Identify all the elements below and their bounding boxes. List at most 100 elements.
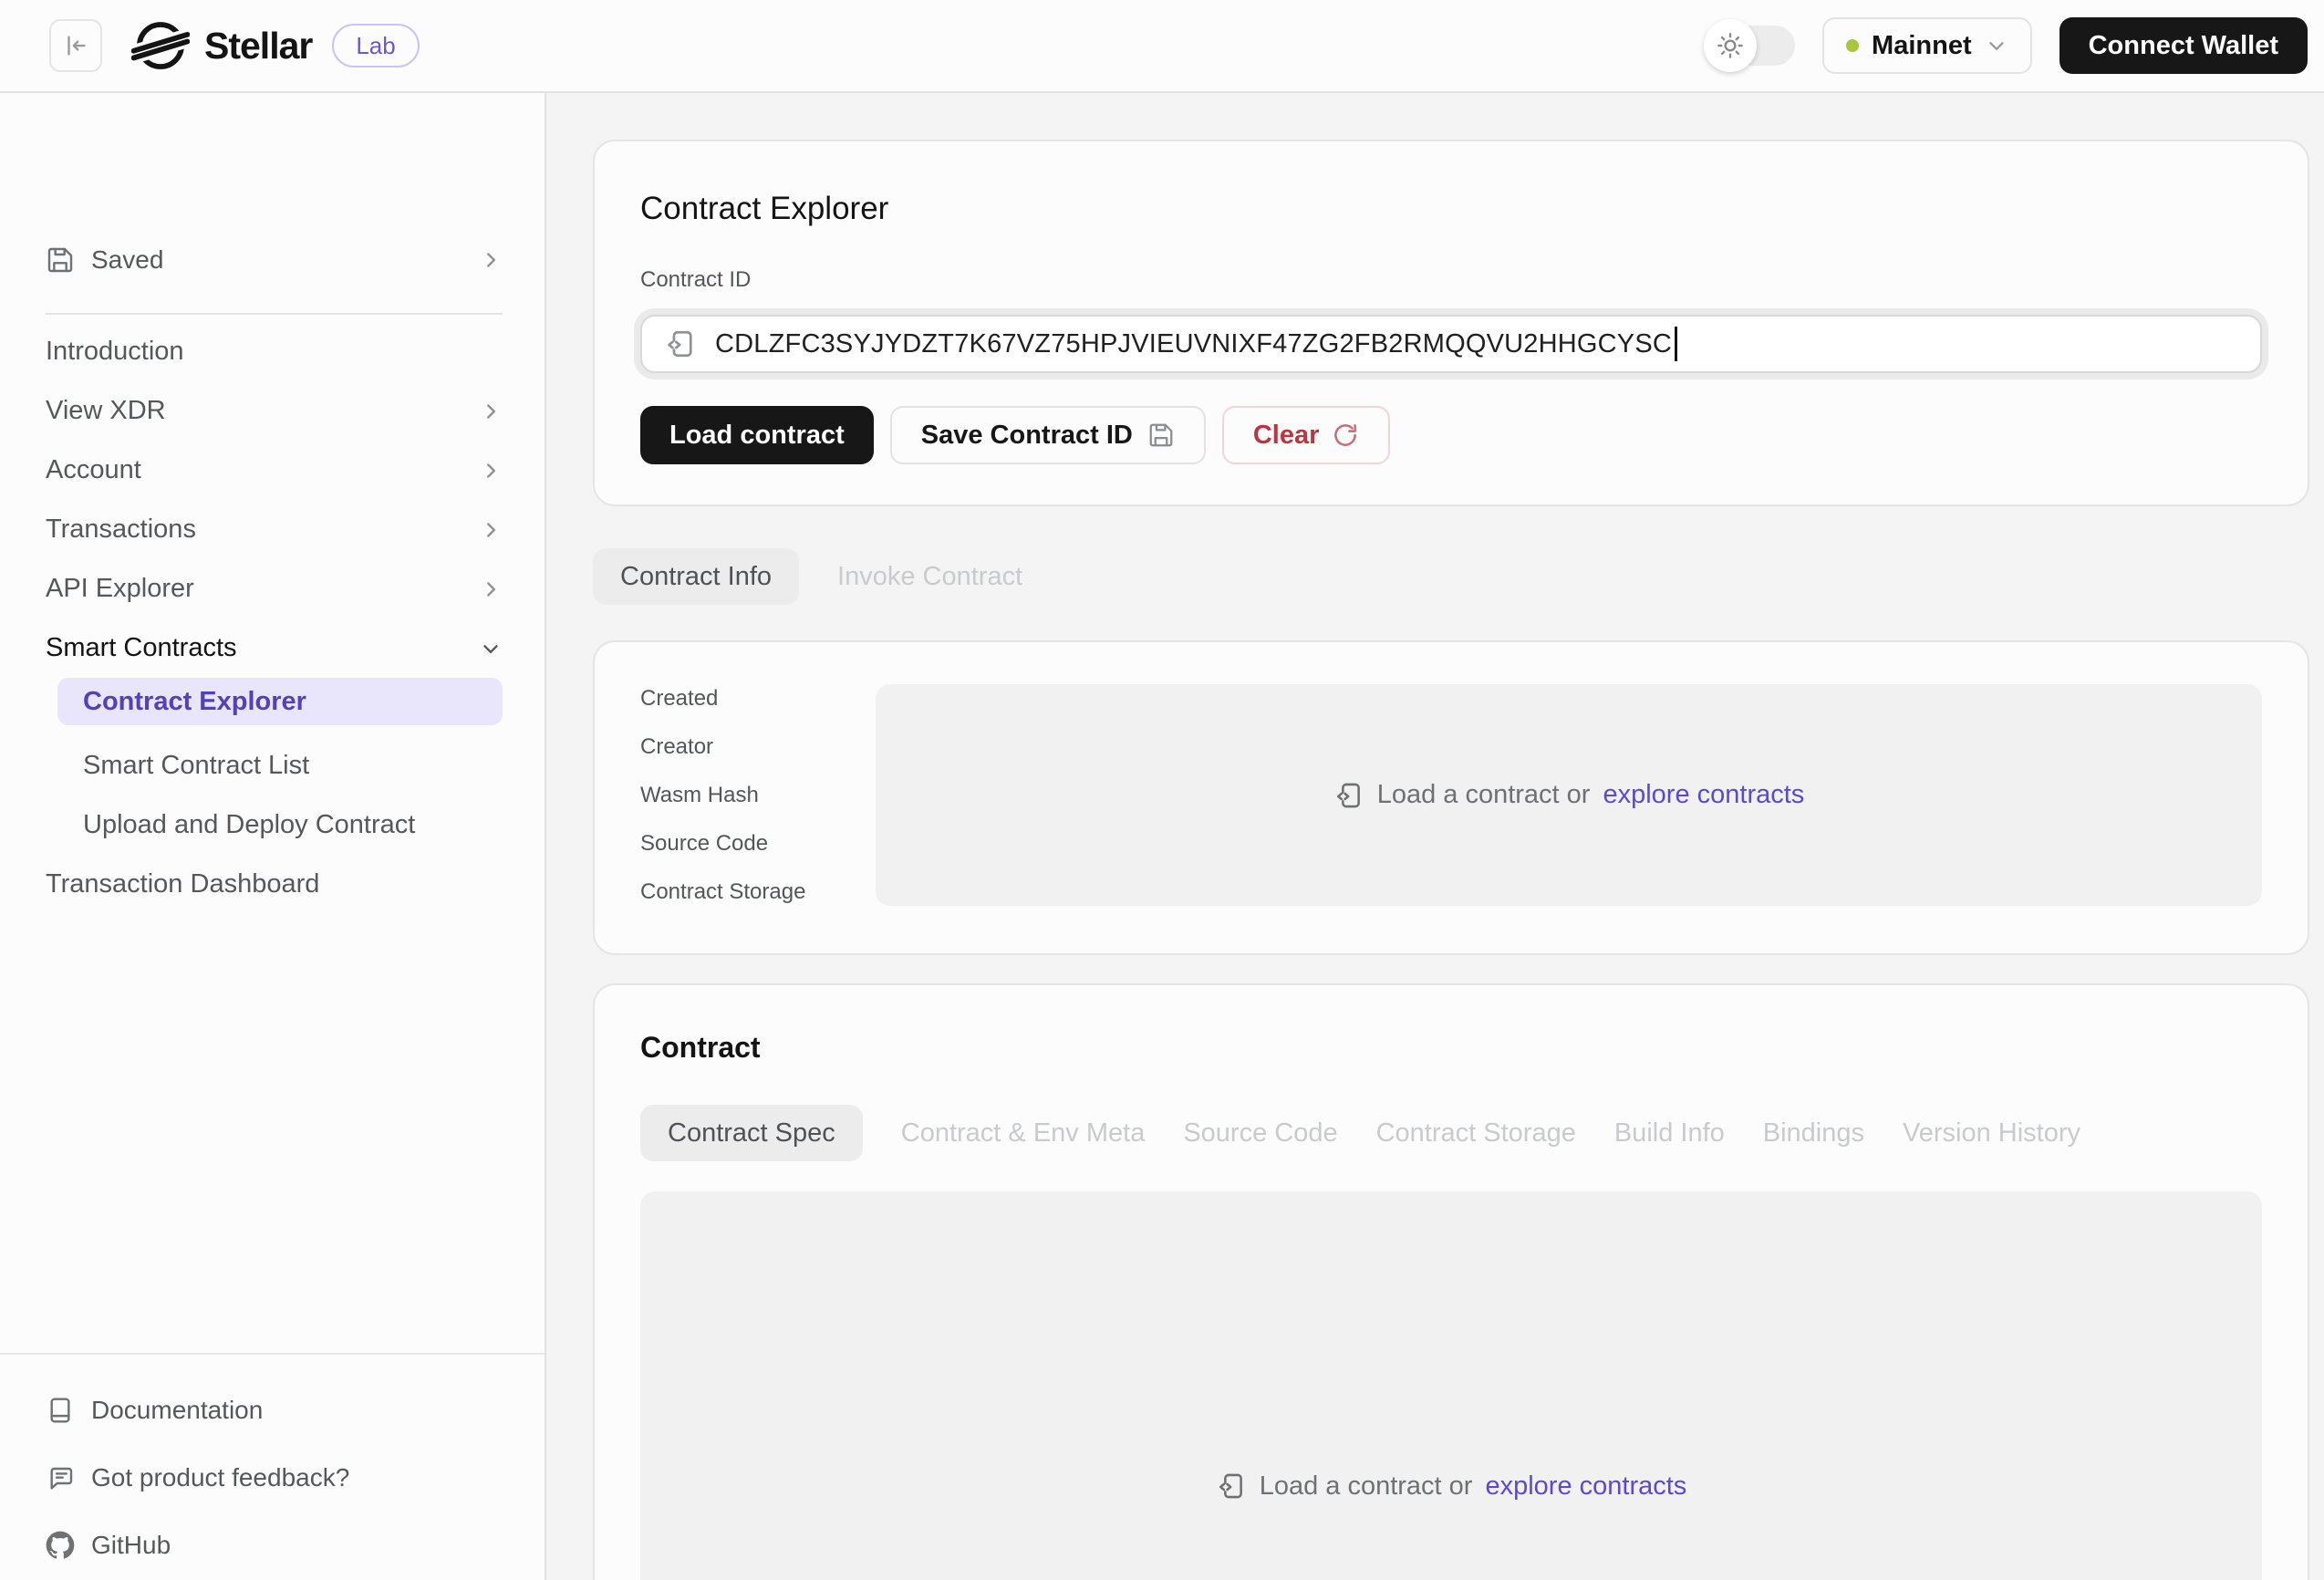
explore-contracts-link[interactable]: explore contracts	[1603, 780, 1804, 810]
save-icon	[46, 245, 75, 275]
sidebar-item-label: Got product feedback?	[91, 1463, 349, 1492]
chevron-right-icon	[479, 248, 503, 272]
clear-label: Clear	[1253, 421, 1320, 451]
contract-spec-placeholder: Load a contract or explore contracts	[640, 1191, 2262, 1580]
sidebar: Saved Introduction View XDR Account Tran…	[0, 93, 546, 1580]
contract-info-fields: Created Creator Wasm Hash Source Code Co…	[640, 686, 876, 910]
tab-contract-info[interactable]: Contract Info	[593, 548, 799, 605]
sidebar-item-label: Contract Explorer	[83, 687, 306, 717]
contract-id-input[interactable]: CDLZFC3SYJYDZT7K67VZ75HPJVIEUVNIXF47ZG2F…	[640, 315, 2262, 373]
field-label-created: Created	[640, 686, 876, 734]
theme-toggle-knob	[1704, 19, 1757, 72]
contract-tabs: Contract Info Invoke Contract	[593, 548, 2313, 605]
sidebar-item-label: Saved	[91, 245, 163, 275]
network-status-dot	[1846, 39, 1859, 52]
refresh-icon	[1332, 421, 1359, 449]
contract-explorer-card: Contract Explorer Contract ID CDLZFC3SYJ…	[593, 140, 2309, 506]
field-label-wasm-hash: Wasm Hash	[640, 783, 876, 831]
contract-icon	[1216, 1471, 1247, 1502]
clear-button[interactable]: Clear	[1222, 406, 1391, 464]
load-contract-button[interactable]: Load contract	[640, 406, 874, 464]
contract-detail-tabs: Contract Spec Contract & Env Meta Source…	[640, 1105, 2262, 1161]
sidebar-item-feedback[interactable]: Got product feedback?	[46, 1444, 499, 1512]
sidebar-item-smart-contracts[interactable]: Smart Contracts	[46, 618, 503, 678]
sidebar-item-view-xdr[interactable]: View XDR	[46, 381, 503, 441]
feedback-bubble-icon	[46, 1463, 75, 1492]
sidebar-item-label: GitHub	[91, 1531, 171, 1560]
explore-contracts-link[interactable]: explore contracts	[1485, 1471, 1686, 1502]
tab-contract-spec[interactable]: Contract Spec	[640, 1105, 863, 1161]
tab-build-info[interactable]: Build Info	[1614, 1118, 1725, 1149]
sidebar-item-introduction[interactable]: Introduction	[46, 322, 503, 381]
collapse-sidebar-icon	[62, 32, 89, 59]
tab-source-code[interactable]: Source Code	[1183, 1118, 1337, 1149]
sidebar-item-documentation[interactable]: Documentation	[46, 1377, 499, 1444]
main-content: Contract Explorer Contract ID CDLZFC3SYJ…	[546, 93, 2324, 1580]
field-label-creator: Creator	[640, 734, 876, 783]
sun-icon	[1716, 31, 1745, 60]
theme-toggle[interactable]	[1707, 26, 1795, 66]
app-header: Stellar Lab Mainnet Connect Wall	[0, 0, 2324, 93]
sidebar-item-label: Transactions	[46, 515, 196, 545]
contract-id-label: Contract ID	[640, 267, 2262, 293]
header-actions: Mainnet Connect Wallet	[1707, 17, 2308, 74]
field-label-source-code: Source Code	[640, 831, 876, 879]
lab-badge: Lab	[332, 24, 419, 68]
sidebar-item-label: Transaction Dashboard	[46, 869, 319, 899]
sidebar-item-label: Introduction	[46, 337, 184, 367]
contract-card: Contract Contract Spec Contract & Env Me…	[593, 983, 2309, 1580]
contract-icon	[664, 327, 697, 360]
sidebar-item-label: Upload and Deploy Contract	[83, 810, 415, 840]
sidebar-item-github[interactable]: GitHub	[46, 1512, 499, 1579]
sidebar-item-upload-deploy-contract[interactable]: Upload and Deploy Contract	[46, 795, 503, 855]
network-selector[interactable]: Mainnet	[1822, 17, 2032, 74]
sidebar-item-label: Account	[46, 455, 141, 485]
sidebar-item-contract-explorer-active[interactable]: Contract Explorer	[57, 678, 503, 725]
field-label-contract-storage: Contract Storage	[640, 879, 876, 928]
contract-id-value[interactable]: CDLZFC3SYJYDZT7K67VZ75HPJVIEUVNIXF47ZG2F…	[715, 329, 1672, 359]
text-caret	[1675, 327, 1677, 361]
page-title: Contract Explorer	[640, 191, 2262, 227]
sidebar-item-transactions[interactable]: Transactions	[46, 500, 503, 559]
contract-info-placeholder: Load a contract or explore contracts	[876, 684, 2262, 906]
tab-contract-storage[interactable]: Contract Storage	[1376, 1118, 1576, 1149]
chevron-right-icon	[479, 577, 503, 601]
sidebar-divider	[46, 313, 503, 315]
tab-invoke-contract[interactable]: Invoke Contract	[837, 562, 1022, 592]
github-icon	[46, 1531, 75, 1560]
sidebar-item-saved[interactable]: Saved	[46, 231, 503, 289]
contract-info-card: Created Creator Wasm Hash Source Code Co…	[593, 640, 2309, 955]
sidebar-item-smart-contract-list[interactable]: Smart Contract List	[46, 736, 503, 795]
book-icon	[46, 1396, 75, 1425]
contract-card-title: Contract	[640, 1031, 2262, 1065]
save-icon	[1147, 421, 1175, 449]
chevron-right-icon	[479, 518, 503, 542]
connect-wallet-button[interactable]: Connect Wallet	[2059, 17, 2308, 74]
stellar-logo-icon[interactable]	[131, 16, 190, 75]
explorer-actions: Load contract Save Contract ID Clear	[640, 406, 2262, 464]
chevron-right-icon	[479, 459, 503, 483]
placeholder-text: Load a contract or	[1377, 780, 1591, 810]
tab-bindings[interactable]: Bindings	[1763, 1118, 1864, 1149]
chevron-down-icon	[479, 637, 503, 660]
sidebar-item-api-explorer[interactable]: API Explorer	[46, 559, 503, 618]
contract-icon	[1333, 780, 1364, 811]
chevron-right-icon	[479, 400, 503, 423]
tab-version-history[interactable]: Version History	[1903, 1118, 2080, 1149]
sidebar-item-label: Smart Contracts	[46, 633, 237, 663]
collapse-sidebar-button[interactable]	[49, 19, 102, 72]
sidebar-item-label: Documentation	[91, 1396, 263, 1425]
network-label: Mainnet	[1872, 31, 1972, 61]
brand-wordmark[interactable]: Stellar	[204, 25, 312, 68]
save-contract-id-button[interactable]: Save Contract ID	[890, 406, 1206, 464]
sidebar-item-account[interactable]: Account	[46, 441, 503, 500]
sidebar-item-label: Smart Contract List	[83, 751, 309, 781]
save-contract-id-label: Save Contract ID	[921, 421, 1133, 451]
sidebar-item-label: View XDR	[46, 396, 166, 426]
sidebar-item-transaction-dashboard[interactable]: Transaction Dashboard	[46, 855, 503, 914]
placeholder-text: Load a contract or	[1260, 1471, 1473, 1502]
sidebar-item-label: API Explorer	[46, 574, 194, 604]
tab-contract-env-meta[interactable]: Contract & Env Meta	[901, 1118, 1146, 1149]
sidebar-footer: Documentation Got product feedback? G	[0, 1353, 545, 1580]
chevron-down-icon	[1985, 34, 2008, 57]
